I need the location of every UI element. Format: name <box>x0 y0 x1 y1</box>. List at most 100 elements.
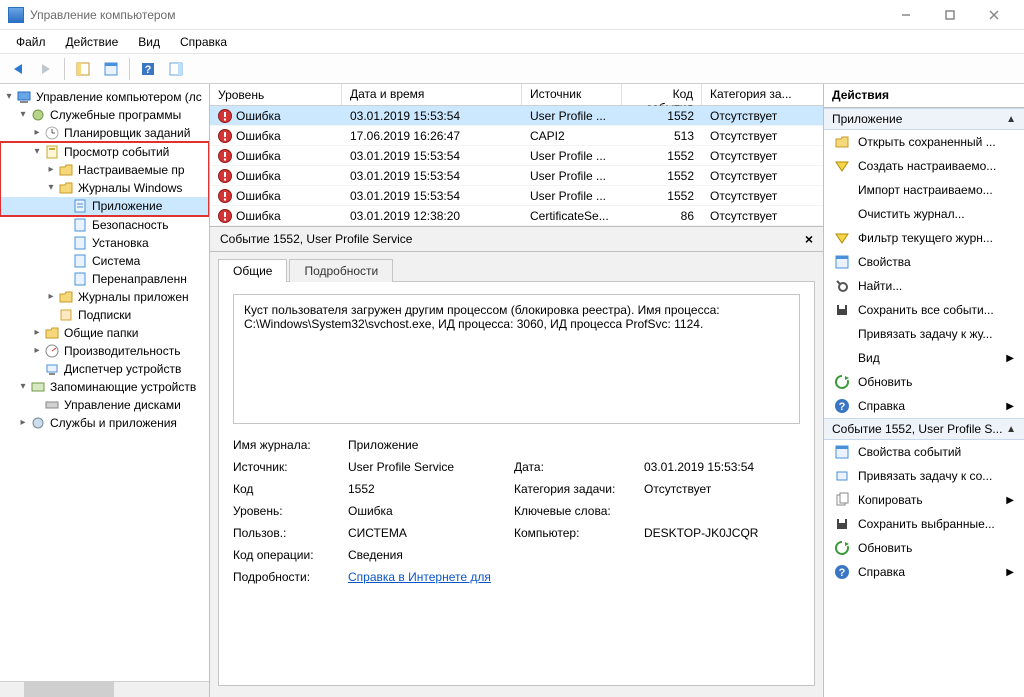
action-item[interactable]: Свойства событий <box>824 440 1024 464</box>
show-hide-tree-button[interactable] <box>71 57 95 81</box>
close-detail-button[interactable]: × <box>805 231 813 247</box>
tree-customviews[interactable]: ▸ Настраиваемые пр <box>0 161 209 179</box>
tree-devmgr[interactable]: Диспетчер устройств <box>0 360 209 378</box>
tree-perf[interactable]: ▸ Производительность <box>0 342 209 360</box>
submenu-arrow-icon: ▶ <box>1006 567 1014 578</box>
console-tree[interactable]: ▾ Управление компьютером (лс ▾ Служебные… <box>0 84 209 681</box>
expand-icon[interactable]: ▸ <box>16 414 30 432</box>
col-cat[interactable]: Категория за... <box>702 84 807 105</box>
action-item[interactable]: Привязать задачу к со... <box>824 464 1024 488</box>
expand-icon[interactable]: ▾ <box>16 378 30 396</box>
tree-services[interactable]: ▸ Службы и приложения <box>0 414 209 432</box>
moreinfo-link[interactable]: Справка в Интернете для <box>348 570 491 584</box>
action-item[interactable]: Очистить журнал... <box>824 202 1024 226</box>
cell-level: Ошибка <box>210 129 342 143</box>
tab-details[interactable]: Подробности <box>289 259 393 282</box>
menu-file[interactable]: Файл <box>6 33 56 51</box>
action-refresh[interactable]: Обновить <box>824 370 1024 394</box>
action-icon <box>834 444 850 460</box>
actions-section-event[interactable]: Событие 1552, User Profile S... ▲ <box>824 418 1024 440</box>
minimize-button[interactable] <box>884 1 928 29</box>
col-level[interactable]: Уровень <box>210 84 342 105</box>
expand-icon[interactable]: ▾ <box>30 143 44 161</box>
cell-source: CertificateSe... <box>522 209 622 223</box>
action-item[interactable]: Сохранить выбранные... <box>824 512 1024 536</box>
tree-app[interactable]: Приложение <box>0 197 209 215</box>
back-button[interactable] <box>6 57 30 81</box>
table-row[interactable]: Ошибка03.01.2019 12:38:20CertificateSe..… <box>210 206 823 226</box>
action-item[interactable]: Создать настраиваемо... <box>824 154 1024 178</box>
action-item[interactable]: Копировать▶ <box>824 488 1024 512</box>
tree-applogs[interactable]: ▸ Журналы приложен <box>0 288 209 306</box>
action-item[interactable]: Импорт настраиваемо... <box>824 178 1024 202</box>
tree-utils[interactable]: ▾ Служебные программы <box>0 106 209 124</box>
maximize-button[interactable] <box>928 1 972 29</box>
tree-winlogs[interactable]: ▾ Журналы Windows <box>0 179 209 197</box>
actions-section-app[interactable]: Приложение ▲ <box>824 108 1024 130</box>
cell-date: 17.06.2019 16:26:47 <box>342 129 522 143</box>
expand-icon[interactable]: ▸ <box>30 124 44 142</box>
tree-subscriptions[interactable]: Подписки <box>0 306 209 324</box>
menu-view[interactable]: Вид <box>128 33 170 51</box>
panel-toggle-button[interactable] <box>164 57 188 81</box>
action-item[interactable]: Привязать задачу к жу... <box>824 322 1024 346</box>
actions-title: Действия <box>824 84 1024 108</box>
expand-icon[interactable]: ▸ <box>30 324 44 342</box>
val-opcode: Сведения <box>348 548 800 562</box>
action-label: Найти... <box>858 279 1014 293</box>
forward-button[interactable] <box>34 57 58 81</box>
action-label: Обновить <box>858 541 1014 555</box>
tree-security[interactable]: Безопасность <box>0 216 209 234</box>
action-label: Сохранить выбранные... <box>858 517 1014 531</box>
tree-diskmgmt[interactable]: Управление дисками <box>0 396 209 414</box>
col-date[interactable]: Дата и время <box>342 84 522 105</box>
tree-setup[interactable]: Установка <box>0 234 209 252</box>
tools-icon <box>30 107 46 123</box>
action-label: Справка <box>858 565 998 579</box>
expand-icon[interactable]: ▾ <box>2 88 16 106</box>
tree-forwarded[interactable]: Перенаправленн <box>0 270 209 288</box>
action-item[interactable]: Открыть сохраненный ... <box>824 130 1024 154</box>
properties-button[interactable] <box>99 57 123 81</box>
col-src[interactable]: Источник <box>522 84 622 105</box>
expand-icon[interactable]: ▸ <box>44 288 58 306</box>
action-label: Импорт настраиваемо... <box>858 183 1014 197</box>
expand-icon[interactable]: ▸ <box>30 342 44 360</box>
submenu-arrow-icon: ▶ <box>1006 353 1014 364</box>
tree-eventviewer[interactable]: ▾ Просмотр событий <box>0 143 209 161</box>
tree-scheduler[interactable]: ▸ Планировщик заданий <box>0 124 209 142</box>
action-item[interactable]: Обновить <box>824 536 1024 560</box>
table-row[interactable]: Ошибка03.01.2019 15:53:54User Profile ..… <box>210 186 823 206</box>
action-item[interactable]: Сохранить все событи... <box>824 298 1024 322</box>
table-row[interactable]: Ошибка17.06.2019 16:26:47CAPI2513Отсутст… <box>210 126 823 146</box>
tree-system[interactable]: Система <box>0 252 209 270</box>
help-toolbar-button[interactable]: ? <box>136 57 160 81</box>
tree-horizontal-scrollbar[interactable] <box>0 681 209 697</box>
svg-text:?: ? <box>839 401 846 413</box>
close-button[interactable] <box>972 1 1016 29</box>
expand-icon[interactable]: ▾ <box>16 106 30 124</box>
event-grid-body[interactable]: Ошибка03.01.2019 15:53:54User Profile ..… <box>210 106 823 226</box>
expand-icon[interactable]: ▸ <box>44 161 58 179</box>
tree-root[interactable]: ▾ Управление компьютером (лс <box>0 88 209 106</box>
table-row[interactable]: Ошибка03.01.2019 15:53:54User Profile ..… <box>210 146 823 166</box>
tab-general[interactable]: Общие <box>218 259 287 282</box>
action-label: Открыть сохраненный ... <box>858 135 1014 149</box>
menu-action[interactable]: Действие <box>56 33 129 51</box>
expand-icon[interactable]: ▾ <box>44 179 58 197</box>
tree-storage[interactable]: ▾ Запоминающие устройств <box>0 378 209 396</box>
action-help[interactable]: ? Справка ▶ <box>824 394 1024 418</box>
action-view[interactable]: Вид ▶ <box>824 346 1024 370</box>
action-label: Фильтр текущего журн... <box>858 231 1014 245</box>
action-item[interactable]: Свойства <box>824 250 1024 274</box>
table-row[interactable]: Ошибка03.01.2019 15:53:54User Profile ..… <box>210 166 823 186</box>
action-item[interactable]: Найти... <box>824 274 1024 298</box>
table-row[interactable]: Ошибка03.01.2019 15:53:54User Profile ..… <box>210 106 823 126</box>
toolbar: ? <box>0 54 1024 84</box>
tree-winlogs-label: Журналы Windows <box>78 179 182 197</box>
menu-help[interactable]: Справка <box>170 33 237 51</box>
action-item[interactable]: ?Справка▶ <box>824 560 1024 584</box>
tree-shared[interactable]: ▸ Общие папки <box>0 324 209 342</box>
action-item[interactable]: Фильтр текущего журн... <box>824 226 1024 250</box>
col-id[interactable]: Код события <box>622 84 702 105</box>
